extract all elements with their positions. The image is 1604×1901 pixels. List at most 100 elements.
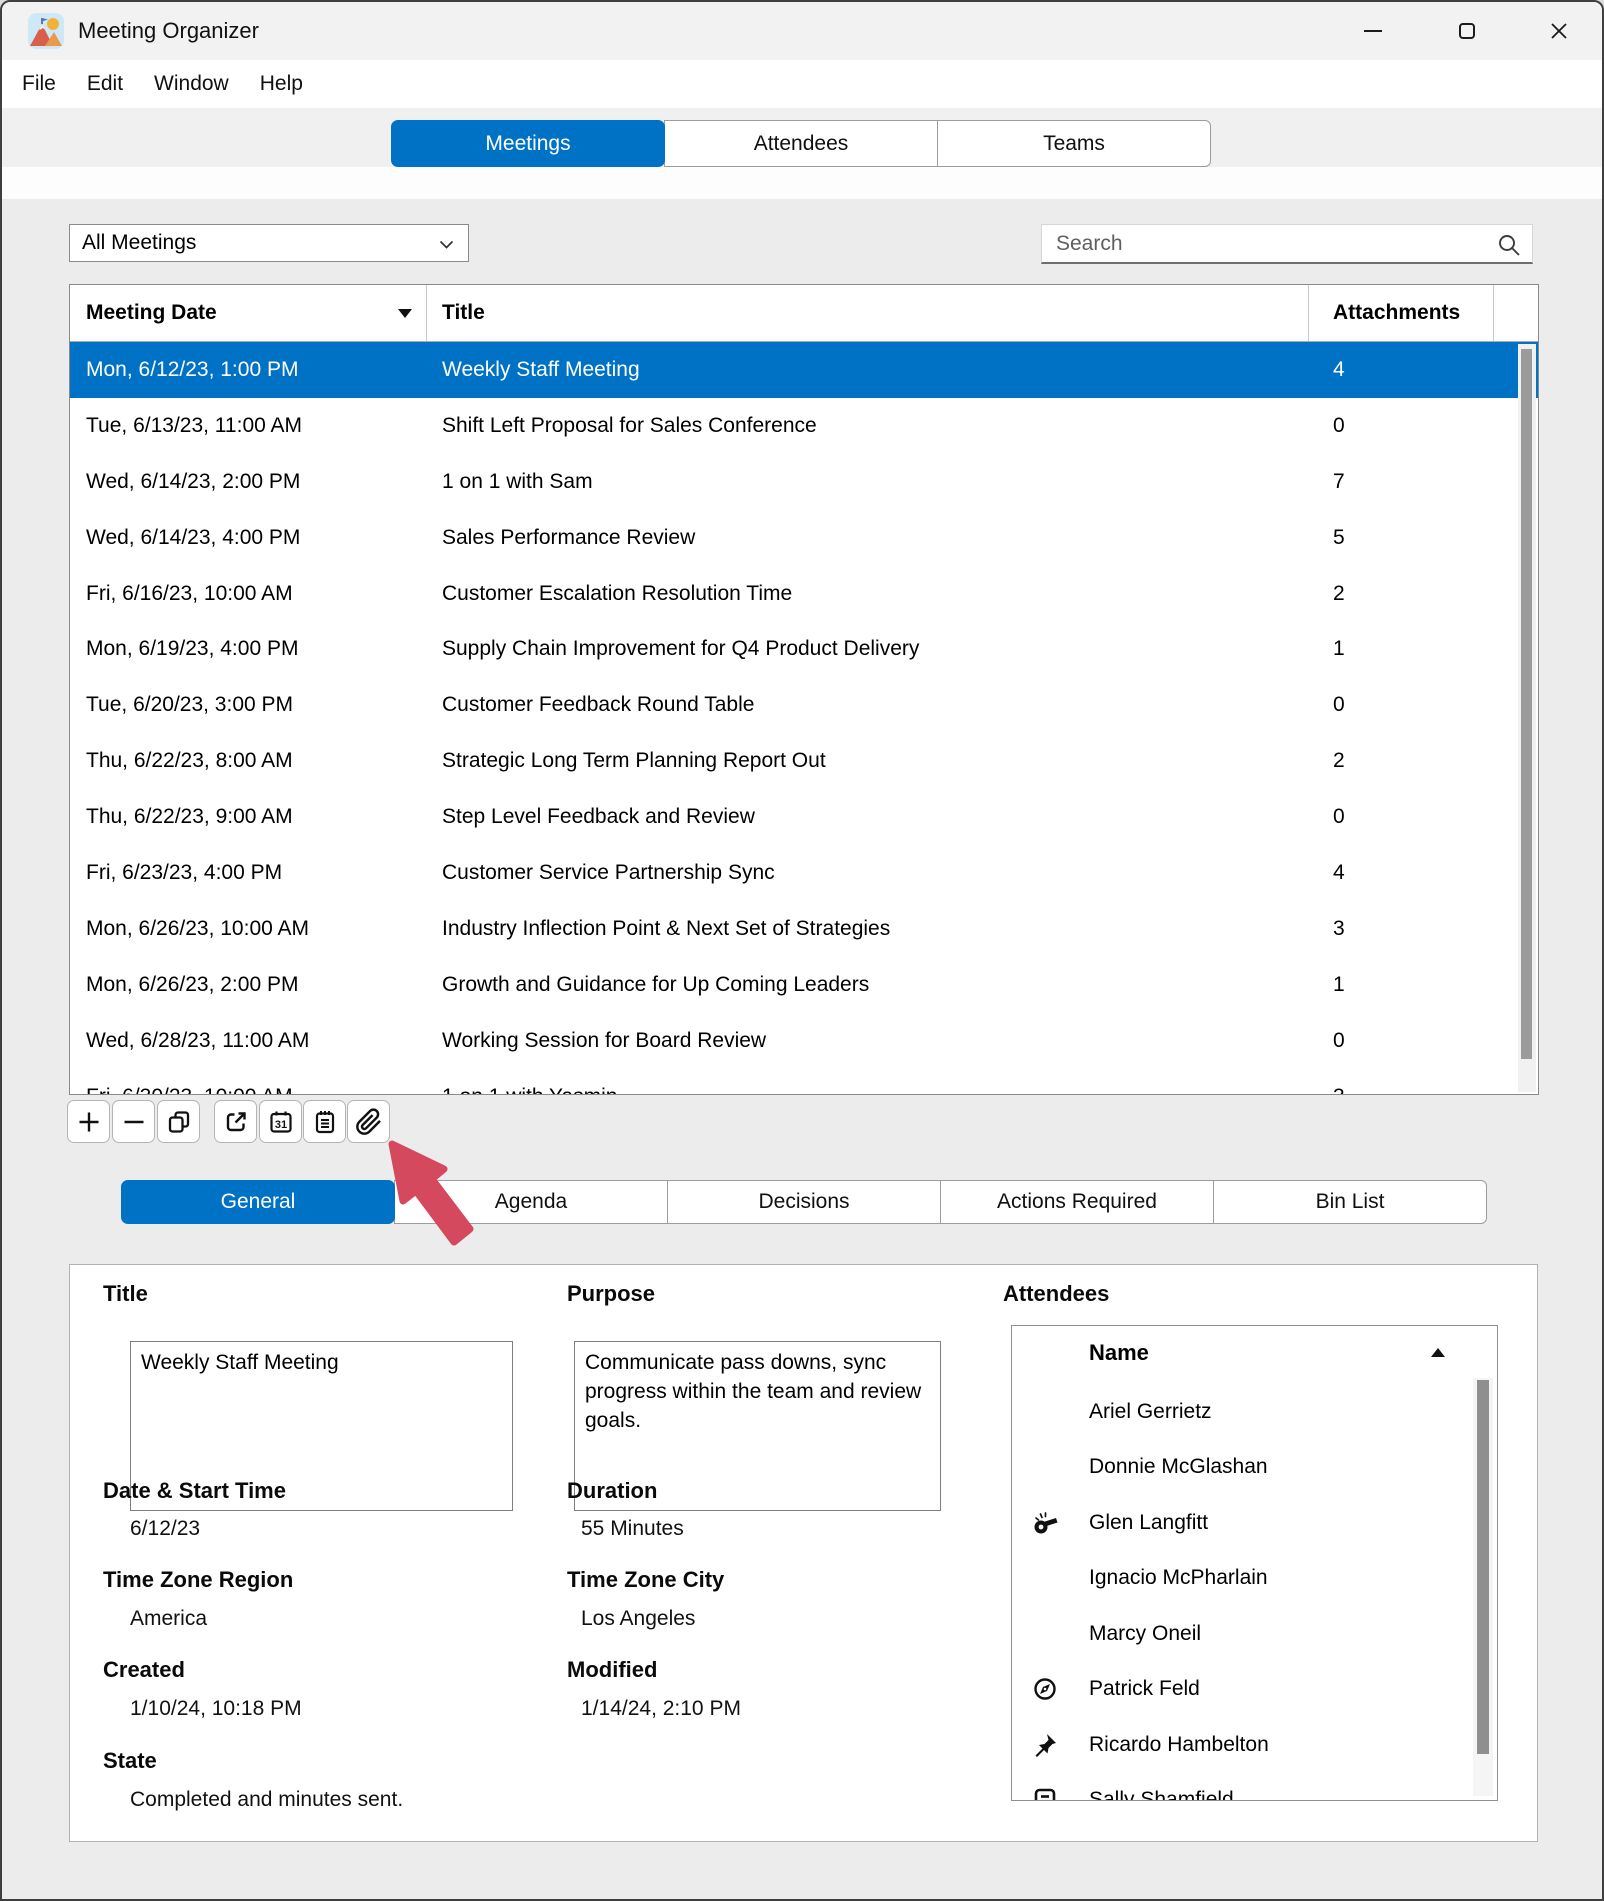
table-row[interactable]: Fri, 6/30/23, 10:00 AM1 on 1 with Yasmin… — [70, 1069, 1538, 1094]
sort-asc-icon — [1431, 1348, 1445, 1357]
modified-label: Modified — [567, 1657, 657, 1683]
scrollbar-thumb[interactable] — [1477, 1380, 1489, 1754]
open-external-button[interactable] — [214, 1100, 257, 1143]
minimize-button[interactable] — [1345, 2, 1401, 60]
table-row[interactable]: Mon, 6/12/23, 1:00 PMWeekly Staff Meetin… — [70, 342, 1538, 398]
cell-meeting-date: Tue, 6/13/23, 11:00 AM — [70, 414, 426, 438]
attendee-row[interactable]: Ricardo Hambelton — [1012, 1717, 1469, 1773]
svg-text:31: 31 — [274, 1119, 286, 1131]
cell-attachments: 0 — [1308, 805, 1538, 829]
meetings-table: Meeting Date Title Attachments Mon, 6/12… — [69, 284, 1539, 1095]
attendee-row[interactable]: Ariel Gerrietz — [1012, 1384, 1469, 1440]
table-body: Mon, 6/12/23, 1:00 PMWeekly Staff Meetin… — [70, 342, 1538, 1094]
column-header-attachments[interactable]: Attachments — [1308, 301, 1538, 325]
column-header-meeting-date[interactable]: Meeting Date — [70, 301, 426, 325]
meetings-filter-dropdown[interactable]: All Meetings — [69, 224, 469, 262]
cell-title: Weekly Staff Meeting — [426, 358, 1308, 382]
table-row[interactable]: Wed, 6/14/23, 4:00 PMSales Performance R… — [70, 510, 1538, 566]
add-button[interactable] — [67, 1100, 110, 1143]
window-title: Meeting Organizer — [78, 2, 259, 60]
attendee-name: Glen Langfitt — [1089, 1511, 1208, 1535]
duration-label: Duration — [567, 1478, 657, 1504]
state-value: Completed and minutes sent. — [130, 1788, 403, 1812]
table-row[interactable]: Mon, 6/26/23, 2:00 PMGrowth and Guidance… — [70, 957, 1538, 1013]
cell-title: 1 on 1 with Sam — [426, 470, 1308, 494]
detail-tab-general[interactable]: General — [121, 1180, 395, 1224]
cell-meeting-date: Mon, 6/19/23, 4:00 PM — [70, 637, 426, 661]
clipboard-icon — [312, 1109, 338, 1135]
app-window: Meeting Organizer File Edit Window Help Mee… — [0, 0, 1604, 1901]
detail-tab-decisions[interactable]: Decisions — [667, 1180, 941, 1224]
cell-attachments: 3 — [1308, 917, 1538, 941]
maximize-button[interactable] — [1439, 2, 1495, 60]
duration-value: 55 Minutes — [581, 1517, 684, 1541]
attendee-name: Marcy Oneil — [1089, 1622, 1201, 1646]
table-row[interactable]: Wed, 6/14/23, 2:00 PM1 on 1 with Sam7 — [70, 454, 1538, 510]
purpose-field-value: Communicate pass downs, sync progress wi… — [585, 1351, 921, 1432]
cell-title: Customer Escalation Resolution Time — [426, 582, 1308, 606]
column-header-name[interactable]: Name — [1089, 1340, 1149, 1366]
calendar-button[interactable]: 31 — [259, 1100, 302, 1143]
attendee-row[interactable]: Ignacio McPharlain — [1012, 1551, 1469, 1607]
cell-title: Supply Chain Improvement for Q4 Product … — [426, 637, 1308, 661]
attendee-row[interactable]: Glen Langfitt — [1012, 1495, 1469, 1551]
close-button[interactable] — [1531, 2, 1587, 60]
state-label: State — [103, 1748, 157, 1774]
attachments-button[interactable] — [347, 1100, 390, 1143]
menu-item-window[interactable]: Window — [154, 72, 229, 96]
detail-tab-actions-required[interactable]: Actions Required — [940, 1180, 1214, 1224]
remove-button[interactable] — [112, 1100, 155, 1143]
scrollbar-thumb[interactable] — [1521, 349, 1532, 1059]
menu-item-edit[interactable]: Edit — [87, 72, 123, 96]
detail-tab-agenda[interactable]: Agenda — [394, 1180, 668, 1224]
date-start-label: Date & Start Time — [103, 1478, 286, 1504]
menu-item-file[interactable]: File — [22, 72, 56, 96]
tz-region-value: America — [130, 1607, 207, 1631]
table-row[interactable]: Tue, 6/13/23, 11:00 AMShift Left Proposa… — [70, 398, 1538, 454]
table-row[interactable]: Mon, 6/26/23, 10:00 AMIndustry Inflectio… — [70, 901, 1538, 957]
cell-title: Sales Performance Review — [426, 526, 1308, 550]
tab-teams[interactable]: Teams — [937, 120, 1211, 167]
filter-selected-value: All Meetings — [82, 231, 196, 254]
app-logo-icon — [28, 13, 64, 49]
column-header-title[interactable]: Title — [426, 301, 1308, 325]
attendee-row[interactable]: Marcy Oneil — [1012, 1606, 1469, 1662]
attendee-row[interactable]: Sally Shamfield — [1012, 1773, 1469, 1802]
table-row[interactable]: Fri, 6/16/23, 10:00 AMCustomer Escalatio… — [70, 566, 1538, 622]
created-value: 1/10/24, 10:18 PM — [130, 1697, 302, 1721]
cell-meeting-date: Fri, 6/23/23, 4:00 PM — [70, 861, 426, 885]
attendee-name: Ariel Gerrietz — [1089, 1400, 1212, 1424]
paperclip-icon — [355, 1108, 383, 1136]
search-input[interactable] — [1042, 225, 1532, 262]
menu-item-help[interactable]: Help — [260, 72, 303, 96]
no-icon — [1032, 1565, 1058, 1591]
maximize-icon — [1459, 23, 1475, 39]
table-row[interactable]: Fri, 6/23/23, 4:00 PMCustomer Service Pa… — [70, 845, 1538, 901]
cell-attachments: 0 — [1308, 693, 1538, 717]
menu-bar: File Edit Window Help — [2, 60, 1602, 108]
cell-attachments: 7 — [1308, 470, 1538, 494]
date-start-value: 6/12/23 — [130, 1517, 200, 1541]
cell-title: Growth and Guidance for Up Coming Leader… — [426, 973, 1308, 997]
table-scrollbar[interactable] — [1518, 344, 1536, 1092]
attendees-scrollbar[interactable] — [1473, 1378, 1493, 1796]
attendee-row[interactable]: Donnie McGlashan — [1012, 1440, 1469, 1496]
table-row[interactable]: Thu, 6/22/23, 9:00 AMStep Level Feedback… — [70, 789, 1538, 845]
notes-button[interactable] — [303, 1100, 346, 1143]
table-row[interactable]: Thu, 6/22/23, 8:00 AMStrategic Long Term… — [70, 733, 1538, 789]
attendee-row[interactable]: Patrick Feld — [1012, 1662, 1469, 1718]
detail-tab-bin-list[interactable]: Bin List — [1213, 1180, 1487, 1224]
tab-attendees[interactable]: Attendees — [664, 120, 938, 167]
attendee-name: Patrick Feld — [1089, 1677, 1200, 1701]
no-icon — [1032, 1621, 1058, 1647]
attendees-list: Name Ariel Gerrietz Donnie McGlashan Glen … — [1011, 1325, 1498, 1801]
cell-meeting-date: Mon, 6/26/23, 10:00 AM — [70, 917, 426, 941]
attendees-header: Name — [1012, 1326, 1497, 1382]
magnifier-icon[interactable] — [1496, 232, 1522, 258]
cell-meeting-date: Thu, 6/22/23, 9:00 AM — [70, 805, 426, 829]
duplicate-button[interactable] — [157, 1100, 200, 1143]
table-row[interactable]: Wed, 6/28/23, 11:00 AMWorking Session fo… — [70, 1013, 1538, 1069]
tab-meetings[interactable]: Meetings — [391, 120, 665, 167]
table-row[interactable]: Mon, 6/19/23, 4:00 PMSupply Chain Improv… — [70, 621, 1538, 677]
table-row[interactable]: Tue, 6/20/23, 3:00 PMCustomer Feedback R… — [70, 677, 1538, 733]
